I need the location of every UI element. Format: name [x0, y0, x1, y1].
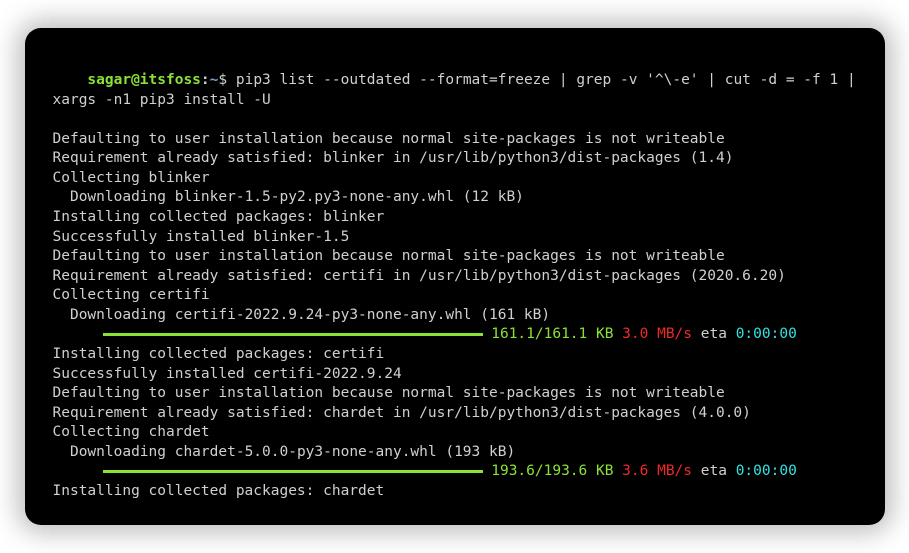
output-line: Requirement already satisfied: certifi i…: [53, 267, 857, 287]
download-speed: 3.0 MB/s: [613, 326, 692, 342]
progress-row: 193.6/193.6 KB 3.6 MB/s eta 0:00:00: [53, 462, 857, 482]
prompt-dollar: $: [218, 72, 235, 88]
prompt-user: sagar@itsfoss: [87, 72, 201, 88]
progress-bar-icon: [103, 333, 483, 336]
output-line: Downloading chardet-5.0.0-py3-none-any.w…: [53, 443, 857, 463]
output-line: Installing collected packages: blinker: [53, 208, 857, 228]
eta-label: eta: [692, 326, 736, 342]
output-line: Collecting blinker: [53, 169, 857, 189]
output-line: Defaulting to user installation because …: [53, 130, 857, 150]
output-line: Requirement already satisfied: chardet i…: [53, 404, 857, 424]
progress-info: 161.1/161.1 KB 3.0 MB/s eta 0:00:00: [483, 326, 797, 342]
output-line: Successfully installed blinker-1.5: [53, 228, 857, 248]
output-line: Requirement already satisfied: blinker i…: [53, 149, 857, 169]
eta-time: 0:00:00: [736, 463, 797, 479]
progress-info: 193.6/193.6 KB 3.6 MB/s eta 0:00:00: [483, 463, 797, 479]
output-line: Downloading certifi-2022.9.24-py3-none-a…: [53, 306, 857, 326]
progress-bar-icon: [103, 470, 483, 473]
output-line: Defaulting to user installation because …: [53, 384, 857, 404]
output-line: Installing collected packages: chardet: [53, 482, 857, 502]
output-line: Collecting chardet: [53, 423, 857, 443]
output-line: Collecting certifi: [53, 286, 857, 306]
output-line: Installing collected packages: certifi: [53, 345, 857, 365]
prompt-colon: :: [201, 72, 210, 88]
terminal-window[interactable]: sagar@itsfoss:~$ pip3 list --outdated --…: [25, 28, 885, 526]
eta-label: eta: [692, 463, 736, 479]
progress-row: 161.1/161.1 KB 3.0 MB/s eta 0:00:00: [53, 325, 857, 345]
eta-time: 0:00:00: [736, 326, 797, 342]
prompt-line: sagar@itsfoss:~$ pip3 list --outdated --…: [53, 52, 857, 130]
download-size: 161.1/161.1 KB: [483, 326, 614, 342]
output-line: Downloading blinker-1.5-py2.py3-none-any…: [53, 188, 857, 208]
download-speed: 3.6 MB/s: [613, 463, 692, 479]
output-line: Successfully installed certifi-2022.9.24: [53, 365, 857, 385]
output-line: Defaulting to user installation because …: [53, 247, 857, 267]
download-size: 193.6/193.6 KB: [483, 463, 614, 479]
